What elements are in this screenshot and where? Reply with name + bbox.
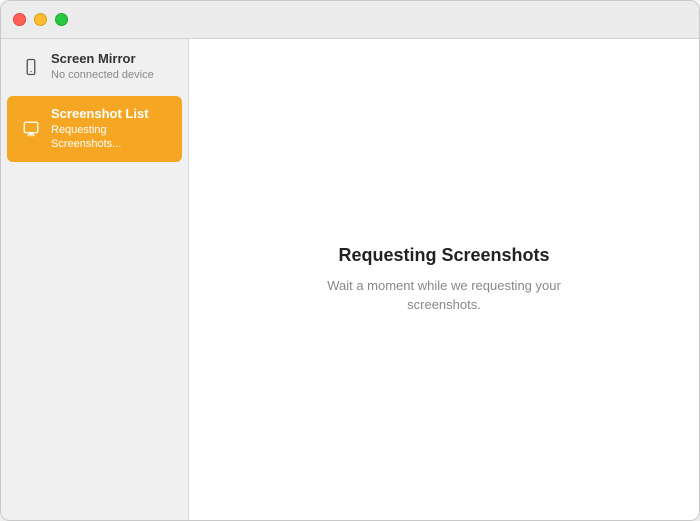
app-window: Screen Mirror No connected device Screen… [0,0,700,521]
sidebar-item-screenshot-list-label: Screenshot List [51,106,168,123]
titlebar [1,1,699,39]
sidebar-item-screenshot-list-text: Screenshot List Requesting Screenshots..… [51,106,168,151]
sidebar-item-screenshot-list-sublabel: Requesting Screenshots... [51,123,168,152]
sidebar-item-screen-mirror-label: Screen Mirror [51,51,154,68]
main-title: Requesting Screenshots [294,245,594,266]
main-content: Screen Mirror No connected device Screen… [1,39,699,520]
sidebar-item-screen-mirror-text: Screen Mirror No connected device [51,51,154,82]
sidebar-item-screen-mirror-sublabel: No connected device [51,68,154,82]
main-panel: Requesting Screenshots Wait a moment whi… [189,39,699,520]
minimize-button[interactable] [34,13,47,26]
close-button[interactable] [13,13,26,26]
phone-icon [21,57,41,77]
sidebar-item-screen-mirror[interactable]: Screen Mirror No connected device [7,41,182,92]
maximize-button[interactable] [55,13,68,26]
screenshot-icon [21,119,41,139]
sidebar: Screen Mirror No connected device Screen… [1,39,189,520]
sidebar-item-screenshot-list[interactable]: Screenshot List Requesting Screenshots..… [7,96,182,161]
center-content: Requesting Screenshots Wait a moment whi… [294,245,594,315]
traffic-lights [13,13,68,26]
main-subtitle: Wait a moment while we requesting your s… [294,276,594,315]
